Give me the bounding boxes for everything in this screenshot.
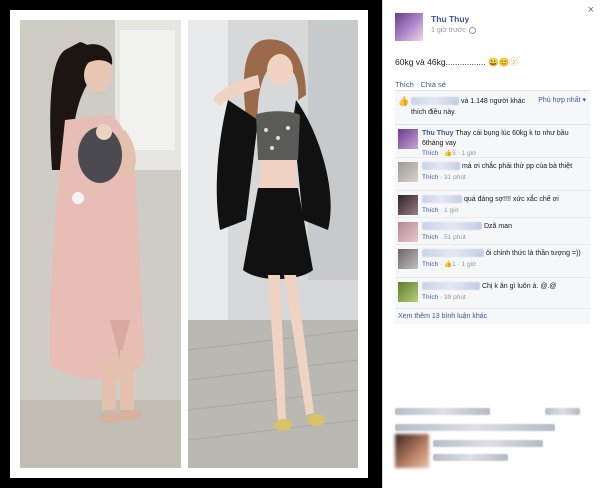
author-name[interactable]: Thu Thuy <box>431 14 469 24</box>
comment-time[interactable]: 1 giờ <box>462 150 477 157</box>
comment-meta: Thích · 31 phút <box>422 173 466 181</box>
comment-text: mà ơi chắc phải thử pp của bà thiệt <box>461 163 573 170</box>
likes-text: và 1.148 người khác thích điều này. <box>411 96 533 118</box>
post-time[interactable]: 1 giờ trước <box>431 27 466 34</box>
comment-meta: Thích · 1 giờ <box>422 206 459 214</box>
more-comments-link[interactable]: Xem thêm 13 bình luận khác <box>395 310 590 324</box>
blurred-text <box>395 424 555 431</box>
comment-time[interactable]: 51 phút <box>444 234 466 241</box>
commenter-avatar[interactable] <box>398 282 418 302</box>
like-icon: 👍 <box>444 150 453 157</box>
close-icon[interactable]: × <box>588 4 594 16</box>
comment-text: Dzã man <box>483 223 512 230</box>
blurred-text <box>395 408 490 415</box>
comment-item: Chị k ăn gì luôn á. @.@ Thích · 39 phút <box>395 279 590 309</box>
commenter-avatar[interactable] <box>398 129 418 149</box>
commenter-avatar[interactable] <box>398 195 418 215</box>
comment-item: ôi chỉnh thức là thần tượng =)) Thích · … <box>395 246 590 278</box>
blurred-name <box>422 249 484 258</box>
likes-summary: 👍 và 1.148 người khác thích điều này. Ph… <box>395 91 590 125</box>
share-link[interactable]: Chia sẻ <box>420 80 445 89</box>
after-photo-illustration <box>188 20 358 468</box>
comment-body: ôi chỉnh thức là thần tượng =)) Thích · … <box>422 249 586 269</box>
comment-text: ôi chỉnh thức là thần tượng =)) <box>485 250 581 257</box>
post-actions: Thích · Chia sẻ <box>395 80 446 89</box>
blurred-text <box>433 440 543 447</box>
comment-item: quá đáng sợ!!!! xức xắc chế ơi Thích · 1… <box>395 192 590 218</box>
author-avatar[interactable] <box>395 13 423 41</box>
blurred-avatar <box>395 434 429 468</box>
comment-item: Thu Thuy Thay cái bụng lúc 60kg k to như… <box>395 126 590 158</box>
caption-text: 60kg và 46kg................. <box>395 57 486 67</box>
comment-body: Chị k ăn gì luôn á. @.@ Thích · 39 phút <box>422 282 586 302</box>
thumbs-up-icon: 👍 <box>398 96 410 106</box>
like-icon: 👍 <box>444 260 453 268</box>
commenter-avatar[interactable] <box>398 222 418 242</box>
comment-item: mà ơi chắc phải thử pp của bà thiệt Thíc… <box>395 159 590 191</box>
comment-like-link[interactable]: Thích <box>422 234 438 241</box>
blurred-footer <box>395 406 585 486</box>
post-meta: 1 giờ trước <box>431 27 476 34</box>
before-photo-illustration <box>20 20 181 468</box>
comments-panel: 👍 và 1.148 người khác thích điều này. Ph… <box>395 90 590 324</box>
commenter-avatar[interactable] <box>398 162 418 182</box>
comment-time[interactable]: 39 phút <box>444 294 466 301</box>
photo-collage <box>10 10 368 478</box>
blurred-name <box>422 195 462 204</box>
comment-meta: Thích · 39 phút <box>422 293 466 301</box>
comment-meta: Thích · 👍5 · 1 giờ <box>422 150 477 157</box>
globe-icon <box>468 27 476 34</box>
blurred-text <box>545 408 580 415</box>
comment-like-count[interactable]: 1 <box>452 261 456 268</box>
comment-time[interactable]: 1 giờ <box>444 207 459 214</box>
comment-like-count[interactable]: 5 <box>452 150 456 157</box>
blurred-name <box>422 162 460 171</box>
comment-like-link[interactable]: Thích <box>422 174 438 181</box>
comment-meta: Thích · 51 phút <box>422 233 466 241</box>
comment-item: Dzã man Thích · 51 phút <box>395 219 590 245</box>
photo-stage <box>0 0 378 488</box>
action-separator: · <box>415 80 419 89</box>
comment-like-link[interactable]: Thích <box>422 261 438 268</box>
blurred-names <box>411 97 459 106</box>
comment-body: mà ơi chắc phải thử pp của bà thiệt Thíc… <box>422 162 586 182</box>
comment-like-link[interactable]: Thích <box>422 207 438 214</box>
commenter-name[interactable]: Thu Thuy <box>422 130 454 137</box>
like-link[interactable]: Thích <box>395 80 414 89</box>
post-caption: 60kg và 46kg................. 😀😊㋡ <box>395 56 518 68</box>
comment-body: Thu Thuy Thay cái bụng lúc 60kg k to như… <box>422 129 586 159</box>
sort-dropdown[interactable]: Phù hợp nhất ▾ <box>538 96 586 104</box>
comment-text: Chị k ăn gì luôn á. @.@ <box>481 283 557 290</box>
comment-time[interactable]: 1 giờ <box>462 261 477 268</box>
comment-time[interactable]: 31 phút <box>444 174 466 181</box>
comment-body: Dzã man Thích · 51 phút <box>422 222 586 242</box>
post-author: Thu Thuy 1 giờ trước <box>395 10 585 46</box>
comment-text: quá đáng sợ!!!! xức xắc chế ơi <box>463 196 559 203</box>
blurred-name <box>422 222 482 231</box>
after-photo <box>188 20 358 468</box>
commenter-avatar[interactable] <box>398 249 418 269</box>
comment-body: quá đáng sợ!!!! xức xắc chế ơi Thích · 1… <box>422 195 586 215</box>
blurred-name <box>422 282 480 291</box>
comment-like-link[interactable]: Thích <box>422 294 438 301</box>
post-sidebar: × Thu Thuy 1 giờ trước 60kg và 46kg.....… <box>382 0 600 488</box>
comment-meta: Thích · 👍1 · 1 giờ <box>422 260 477 268</box>
caption-emoji: 😀😊㋡ <box>488 57 518 67</box>
before-photo <box>20 20 181 468</box>
blurred-text <box>433 454 508 461</box>
comment-like-link[interactable]: Thích <box>422 150 438 157</box>
